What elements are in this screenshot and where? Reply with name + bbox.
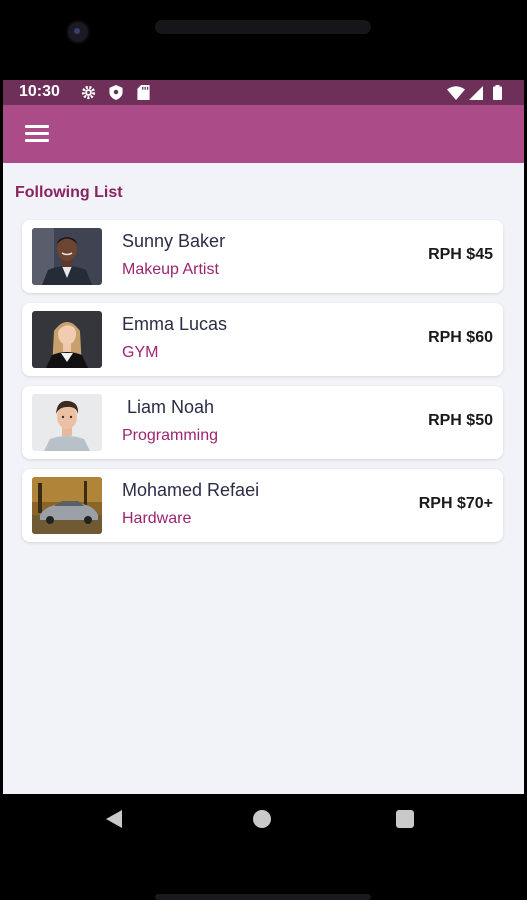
following-card-sunny-baker[interactable]: Sunny Baker Makeup Artist RPH $45 — [22, 220, 503, 293]
following-list: Sunny Baker Makeup Artist RPH $45 Emma L… — [22, 220, 503, 552]
app-bar — [3, 105, 524, 163]
wifi-icon — [447, 86, 465, 100]
earpiece-speaker — [155, 20, 371, 34]
following-card-liam-noah[interactable]: Liam Noah Programming RPH $50 — [22, 386, 503, 459]
following-name: Liam Noah — [122, 397, 215, 417]
status-time: 10:30 — [19, 83, 60, 100]
following-name: Mohamed Refaei — [122, 480, 260, 500]
app-screen: 10:30 Following List Sunny Baker Makeup … — [3, 80, 524, 794]
avatar — [32, 477, 102, 534]
shield-icon — [109, 85, 123, 100]
sdcard-icon — [137, 85, 150, 100]
following-card-emma-lucas[interactable]: Emma Lucas GYM RPH $60 — [22, 303, 503, 376]
following-price: RPH $45 — [428, 246, 493, 263]
following-role: Hardware — [122, 510, 192, 527]
following-role: GYM — [122, 344, 159, 361]
following-price: RPH $60 — [428, 329, 493, 346]
following-price: RPH $70+ — [418, 495, 493, 512]
section-title: Following List — [15, 184, 123, 201]
following-card-mohamed-refaei[interactable]: Mohamed Refaei Hardware RPH $70+ — [22, 469, 503, 542]
system-nav-bar — [0, 794, 527, 844]
home-icon[interactable] — [253, 810, 271, 828]
following-name: Emma Lucas — [122, 314, 228, 334]
phone-bottom-bezel — [0, 844, 527, 900]
phone-top-bezel — [0, 0, 527, 80]
avatar — [32, 228, 102, 285]
signal-icon — [469, 86, 483, 100]
following-role: Makeup Artist — [122, 261, 219, 278]
avatar — [32, 394, 102, 451]
hamburger-menu-icon[interactable] — [21, 121, 51, 145]
phone-chin — [155, 894, 371, 900]
back-icon[interactable] — [106, 810, 122, 828]
following-price: RPH $50 — [428, 412, 493, 429]
following-name: Sunny Baker — [122, 231, 226, 251]
gear-icon — [81, 85, 96, 100]
following-role: Programming — [122, 427, 219, 444]
avatar — [32, 311, 102, 368]
recents-icon[interactable] — [396, 810, 414, 828]
front-camera — [66, 20, 90, 44]
status-bar: 10:30 — [3, 80, 524, 105]
battery-icon — [493, 85, 502, 100]
